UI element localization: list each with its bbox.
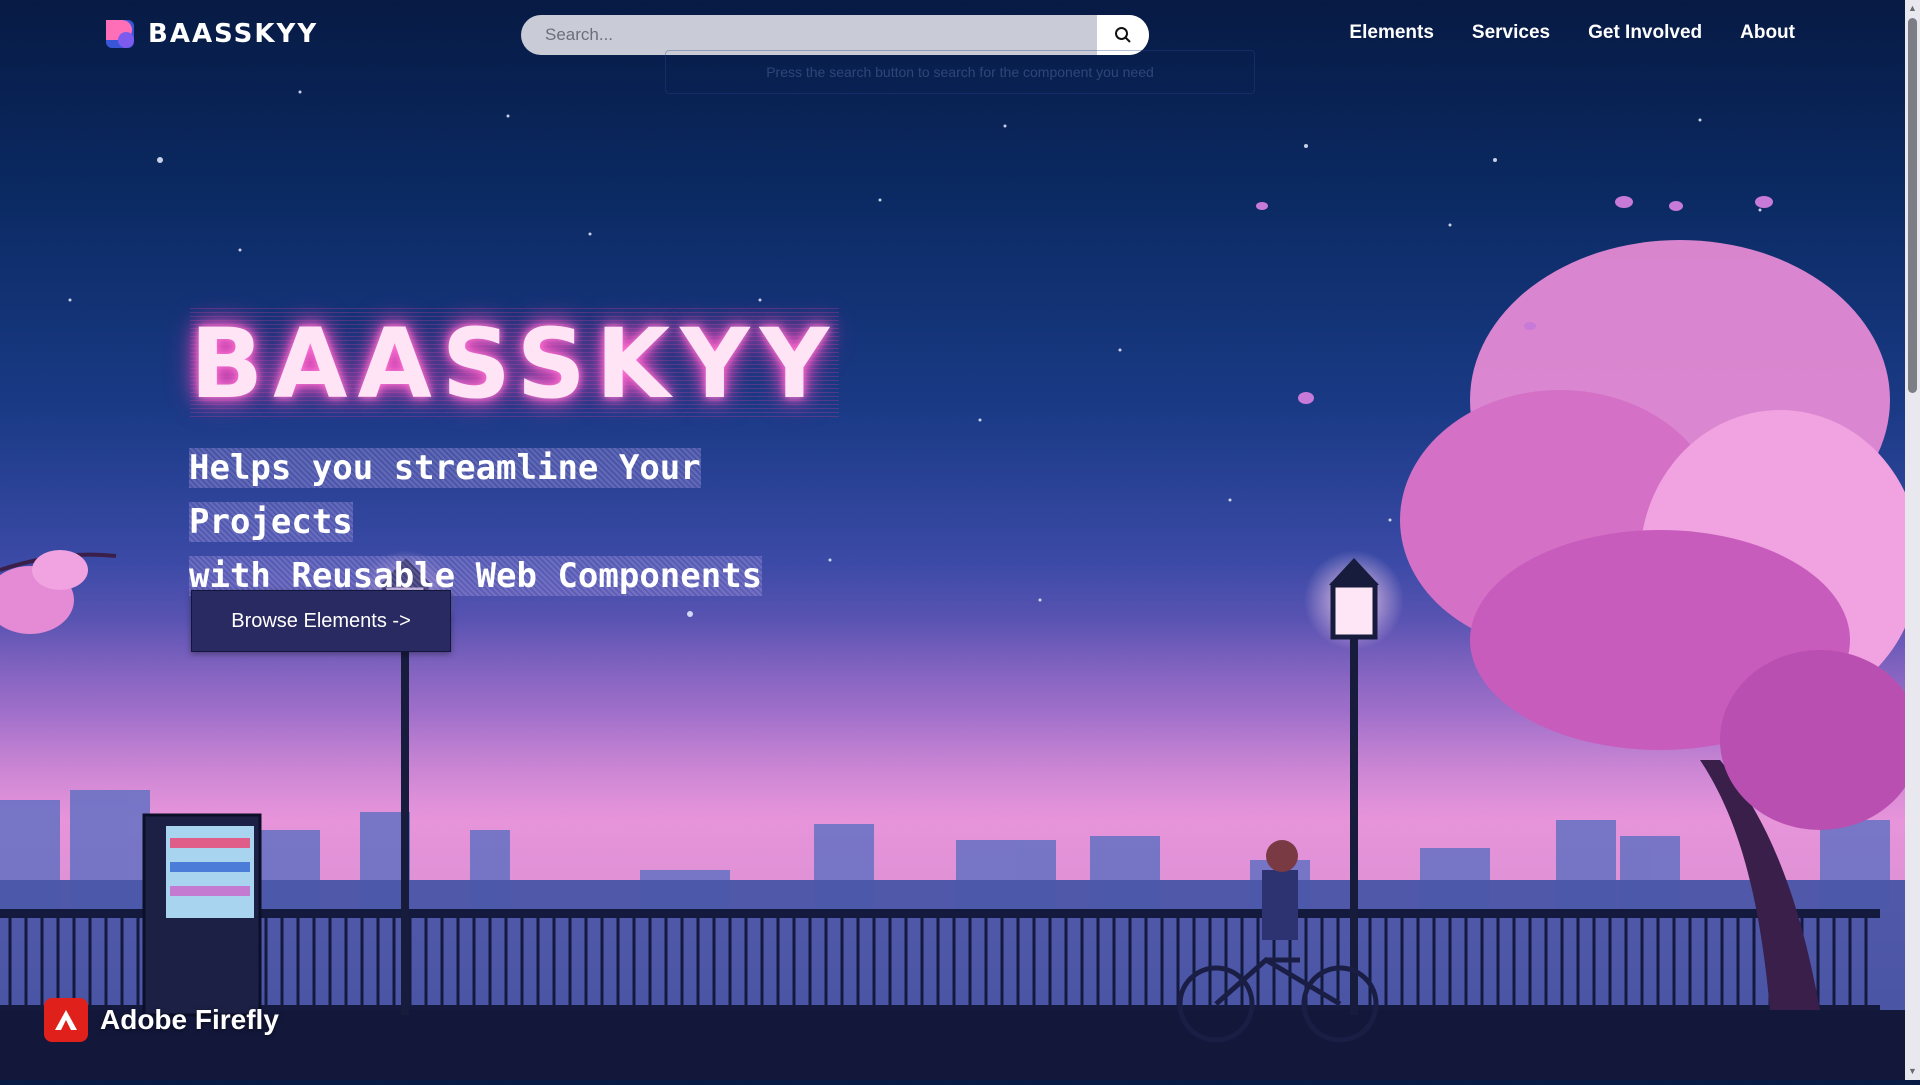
search-button[interactable] [1097, 15, 1149, 55]
page-scrollbar[interactable]: ▲ ▼ [1905, 0, 1920, 1080]
tagline-line-1: Helps you streamline Your Projects [189, 448, 701, 542]
scrollbar-thumb[interactable] [1908, 18, 1917, 393]
menu-item-services[interactable]: Services [1472, 22, 1550, 44]
search-input[interactable] [521, 15, 1097, 55]
brand-logo-icon [106, 20, 134, 48]
browse-elements-button[interactable]: Browse Elements -> [191, 590, 451, 652]
search-bar [521, 15, 1149, 55]
scroll-down-arrow-icon[interactable]: ▼ [1908, 1066, 1917, 1076]
hero-tagline: Helps you streamline Your Projects with … [189, 441, 809, 603]
brand-name: BAASSKYY [148, 19, 319, 49]
menu-item-elements[interactable]: Elements [1349, 22, 1433, 44]
firefly-label: Adobe Firefly [100, 1004, 279, 1035]
search-hint-tooltip: Press the search button to search for th… [665, 50, 1255, 94]
top-navbar: BAASSKYY Press the search button to sear… [0, 0, 1905, 94]
adobe-logo-icon [44, 998, 88, 1042]
brand[interactable]: BAASSKYY [104, 18, 318, 50]
menu-item-get-involved[interactable]: Get Involved [1588, 22, 1702, 44]
search-icon [1115, 27, 1131, 43]
vending-machine [142, 813, 262, 1017]
scroll-up-arrow-icon[interactable]: ▲ [1908, 3, 1917, 13]
adobe-firefly-badge: Adobe Firefly [44, 998, 279, 1042]
hero-title: BAASSKYY [190, 308, 840, 420]
main-menu: Elements Services Get Involved About [1349, 22, 1795, 44]
menu-item-about[interactable]: About [1740, 22, 1795, 44]
